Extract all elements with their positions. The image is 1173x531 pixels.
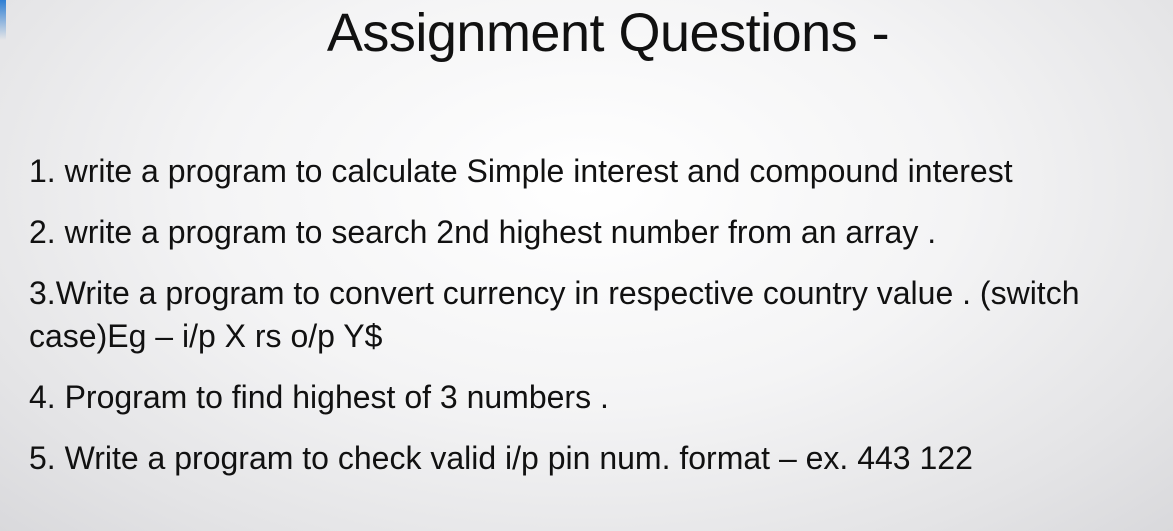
- question-list: 1. write a program to calculate Simple i…: [29, 150, 1149, 498]
- question-3: 3.Write a program to convert currency in…: [29, 275, 1080, 354]
- question-1: 1. write a program to calculate Simple i…: [29, 153, 1013, 189]
- question-2: 2. write a program to search 2nd highest…: [29, 214, 937, 250]
- question-5: 5. Write a program to check valid i/p pi…: [29, 440, 973, 476]
- question-4: 4. Program to find highest of 3 numbers …: [29, 379, 609, 415]
- slide-title: Assignment Questions -: [326, 3, 890, 63]
